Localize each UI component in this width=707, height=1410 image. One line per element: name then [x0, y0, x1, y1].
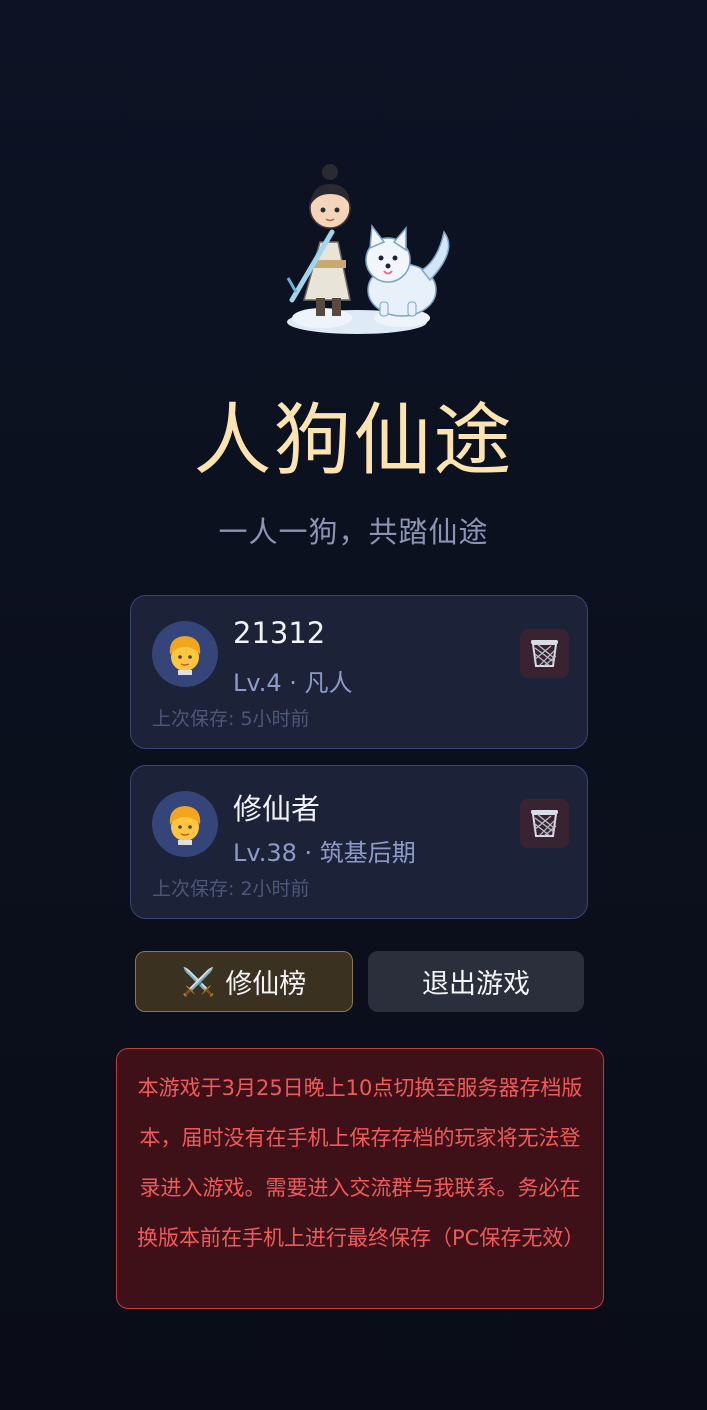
trash-basket-icon	[531, 810, 558, 837]
save-name: 21312	[233, 616, 326, 650]
game-subtitle: 一人一狗，共踏仙途	[218, 515, 489, 549]
save-last-saved: 上次保存: 2小时前	[152, 878, 310, 900]
delete-save-button[interactable]	[520, 629, 569, 678]
hero-illustration	[286, 164, 450, 334]
child-avatar-icon	[152, 621, 218, 687]
leaderboard-label: 修仙榜	[225, 969, 307, 1000]
server-migration-notice: 本游戏于3月25日晚上10点切换至服务器存档版本，届时没有在手机上保存存档的玩家…	[116, 1048, 604, 1309]
save-slot-1[interactable]: 21312 Lv.4 · 凡人 上次保存: 5小时前	[130, 595, 588, 749]
exit-game-button[interactable]: 退出游戏	[368, 951, 584, 1012]
trash-basket-icon	[531, 640, 558, 667]
child-avatar-icon	[152, 791, 218, 857]
crossed-swords-icon: ⚔️	[181, 966, 216, 998]
exit-game-label: 退出游戏	[422, 969, 530, 1000]
save-name: 修仙者	[233, 792, 321, 826]
save-level: Lv.38 · 筑基后期	[233, 839, 416, 867]
save-last-saved: 上次保存: 5小时前	[152, 708, 310, 730]
save-level: Lv.4 · 凡人	[233, 669, 353, 697]
notice-text: 本游戏于3月25日晚上10点切换至服务器存档版本，届时没有在手机上保存存档的玩家…	[137, 1076, 585, 1250]
delete-save-button[interactable]	[520, 799, 569, 848]
save-slot-2[interactable]: 修仙者 Lv.38 · 筑基后期 上次保存: 2小时前	[130, 765, 588, 919]
game-title: 人狗仙途	[193, 396, 514, 486]
leaderboard-button[interactable]: ⚔️ 修仙榜	[135, 951, 353, 1012]
